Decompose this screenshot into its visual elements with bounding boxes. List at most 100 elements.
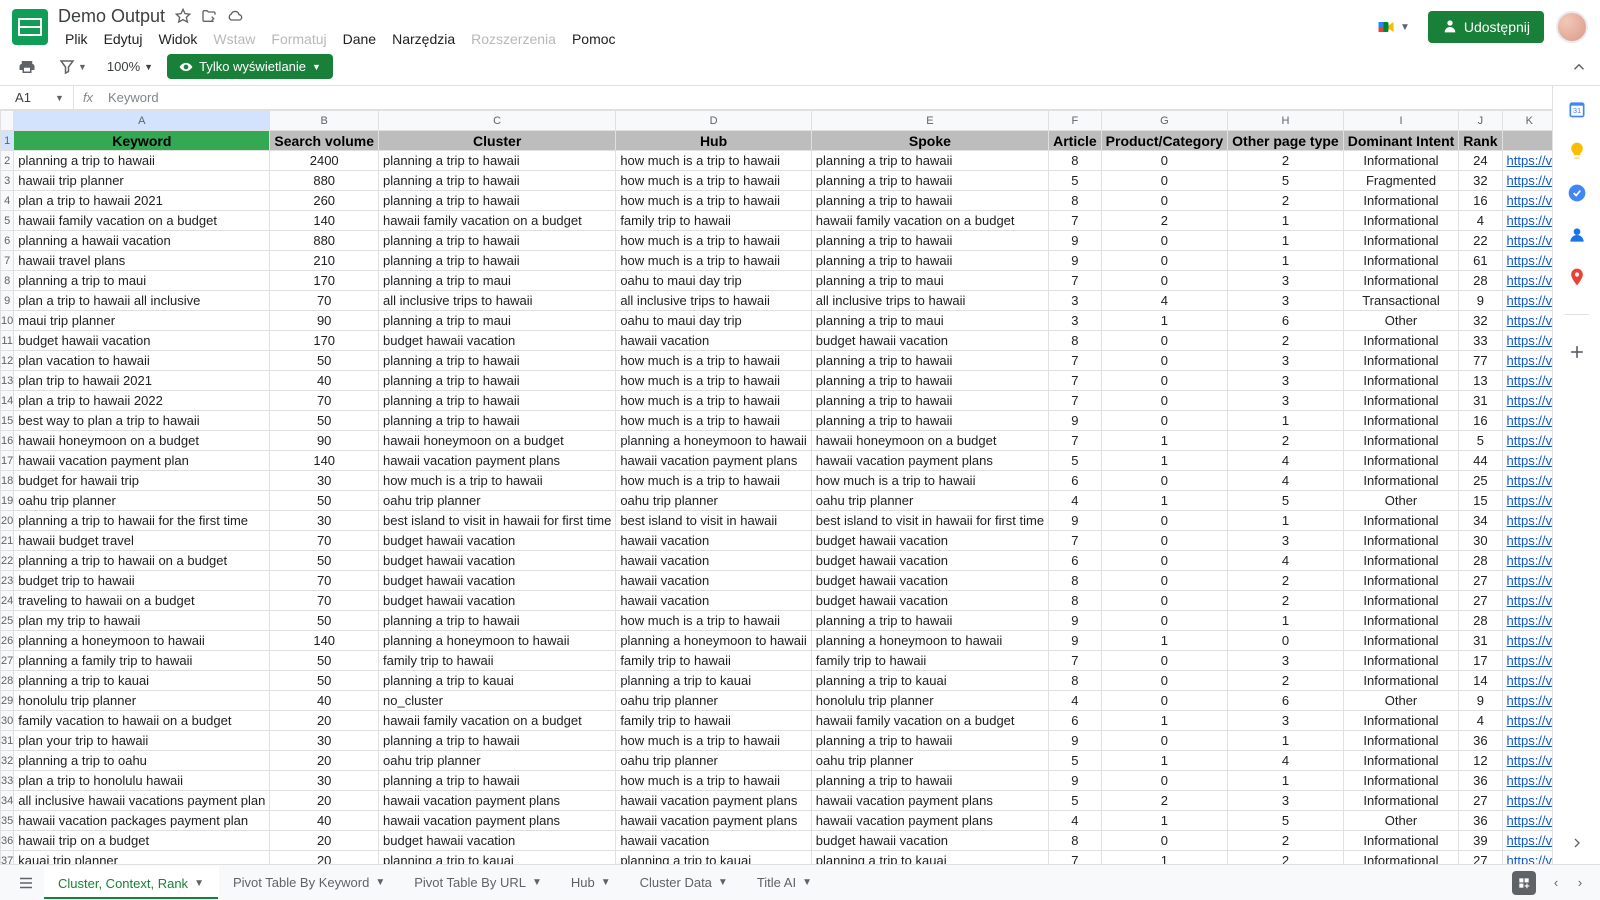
cell[interactable]: honolulu trip planner — [811, 691, 1048, 711]
cell[interactable]: 31 — [1459, 631, 1502, 651]
cell[interactable]: 9 — [1049, 251, 1102, 271]
cell[interactable]: planning a trip to hawaii — [811, 391, 1048, 411]
cell[interactable]: planning a trip to hawaii — [379, 611, 616, 631]
cell[interactable]: hawaii vacation payment plans — [616, 791, 811, 811]
cell[interactable]: 0 — [1101, 471, 1227, 491]
cell[interactable]: https://v — [1502, 231, 1552, 251]
row-header[interactable]: 4 — [1, 191, 14, 211]
cell[interactable]: planning a trip to hawaii — [379, 391, 616, 411]
cell[interactable]: planning a trip to kauai — [616, 851, 811, 865]
cell[interactable]: planning a trip to hawaii for the first … — [14, 511, 270, 531]
cell[interactable]: 50 — [270, 611, 379, 631]
cell[interactable]: hawaii vacation packages payment plan — [14, 811, 270, 831]
cell[interactable]: Informational — [1343, 571, 1459, 591]
cell[interactable]: 50 — [270, 651, 379, 671]
cell[interactable]: maui trip planner — [14, 311, 270, 331]
cell[interactable]: 0 — [1228, 631, 1344, 651]
cell[interactable]: Informational — [1343, 731, 1459, 751]
cell[interactable]: hawaii vacation — [616, 551, 811, 571]
chevron-down-icon[interactable]: ▼ — [718, 877, 728, 888]
cell[interactable]: 5 — [1049, 791, 1102, 811]
menu-tools[interactable]: Narzędzia — [385, 29, 462, 49]
cell[interactable]: Informational — [1343, 191, 1459, 211]
cell[interactable]: Informational — [1343, 771, 1459, 791]
cell[interactable]: 5 — [1228, 811, 1344, 831]
cell[interactable]: 3 — [1049, 311, 1102, 331]
chevron-down-icon[interactable]: ▼ — [601, 877, 611, 888]
cell[interactable]: 2 — [1228, 671, 1344, 691]
header-cell[interactable]: Article — [1049, 131, 1102, 151]
cell[interactable]: how much is a trip to hawaii — [616, 191, 811, 211]
cell[interactable]: 4 — [1101, 291, 1227, 311]
filter-icon[interactable]: ▼ — [52, 54, 93, 80]
cell[interactable]: 0 — [1101, 571, 1227, 591]
sheet-tab[interactable]: Cluster, Context, Rank▼ — [44, 866, 219, 899]
cell[interactable]: 0 — [1101, 271, 1227, 291]
cell[interactable]: kauai trip planner — [14, 851, 270, 865]
share-button[interactable]: Udostępnij — [1428, 11, 1544, 43]
row-header[interactable]: 16 — [1, 431, 14, 451]
cell[interactable]: 1 — [1228, 611, 1344, 631]
cell[interactable]: planning a honeymoon to hawaii — [14, 631, 270, 651]
cell[interactable]: planning a trip to hawaii — [379, 191, 616, 211]
cell[interactable]: hawaii vacation — [616, 831, 811, 851]
cell[interactable]: oahu trip planner — [14, 491, 270, 511]
cell[interactable]: https://v — [1502, 731, 1552, 751]
cell[interactable]: planning a honeymoon to hawaii — [379, 631, 616, 651]
sheet-tab[interactable]: Pivot Table By Keyword▼ — [219, 866, 400, 899]
column-header[interactable]: D — [616, 111, 811, 131]
cell[interactable]: best island to visit in hawaii for first… — [811, 511, 1048, 531]
cell[interactable]: hawaii vacation payment plans — [811, 791, 1048, 811]
cell[interactable]: 20 — [270, 751, 379, 771]
cell[interactable]: planning a trip to hawaii — [811, 191, 1048, 211]
row-header[interactable]: 15 — [1, 411, 14, 431]
cell[interactable]: 0 — [1101, 511, 1227, 531]
cell[interactable]: 1 — [1228, 411, 1344, 431]
cell[interactable]: 4 — [1459, 211, 1502, 231]
cell[interactable]: 30 — [270, 471, 379, 491]
cell[interactable]: Informational — [1343, 431, 1459, 451]
cell[interactable]: how much is a trip to hawaii — [616, 411, 811, 431]
cell[interactable]: hawaii family vacation on a budget — [379, 711, 616, 731]
cell[interactable]: 0 — [1101, 591, 1227, 611]
cell[interactable]: 27 — [1459, 591, 1502, 611]
row-header[interactable]: 7 — [1, 251, 14, 271]
keep-icon[interactable] — [1566, 140, 1588, 162]
cell[interactable]: 1 — [1101, 711, 1227, 731]
cell[interactable]: 5 — [1049, 451, 1102, 471]
cell[interactable]: hawaii honeymoon on a budget — [379, 431, 616, 451]
meet-button[interactable]: ▼ — [1368, 13, 1416, 41]
cell[interactable]: 0 — [1101, 231, 1227, 251]
cell[interactable]: 7 — [1049, 391, 1102, 411]
cell[interactable]: https://v — [1502, 571, 1552, 591]
cell[interactable]: 8 — [1049, 151, 1102, 171]
cell[interactable]: 27 — [1459, 791, 1502, 811]
calendar-icon[interactable]: 31 — [1566, 98, 1588, 120]
cell[interactable]: 3 — [1228, 291, 1344, 311]
column-header[interactable]: C — [379, 111, 616, 131]
cell[interactable]: Informational — [1343, 251, 1459, 271]
cell[interactable]: plan a trip to hawaii 2022 — [14, 391, 270, 411]
cell[interactable]: 6 — [1049, 711, 1102, 731]
cell[interactable]: 12 — [1459, 751, 1502, 771]
cell[interactable]: best way to plan a trip to hawaii — [14, 411, 270, 431]
cell[interactable]: 9 — [1049, 231, 1102, 251]
cell[interactable]: hawaii family vacation on a budget — [811, 211, 1048, 231]
cell[interactable]: Informational — [1343, 371, 1459, 391]
menu-help[interactable]: Pomoc — [565, 29, 623, 49]
cell[interactable]: oahu trip planner — [811, 491, 1048, 511]
cell[interactable]: Informational — [1343, 671, 1459, 691]
chevron-down-icon[interactable]: ▼ — [194, 878, 204, 889]
cell[interactable]: 30 — [270, 511, 379, 531]
cell[interactable]: 7 — [1049, 371, 1102, 391]
row-header[interactable]: 35 — [1, 811, 14, 831]
cell[interactable]: 4 — [1228, 451, 1344, 471]
cell[interactable]: all inclusive trips to hawaii — [811, 291, 1048, 311]
cell[interactable]: planning a trip to hawaii — [14, 151, 270, 171]
cell[interactable]: how much is a trip to hawaii — [616, 391, 811, 411]
cell[interactable]: https://v — [1502, 831, 1552, 851]
cell[interactable]: 170 — [270, 271, 379, 291]
cell[interactable]: hawaii honeymoon on a budget — [14, 431, 270, 451]
cell[interactable]: planning a trip to hawaii — [379, 251, 616, 271]
cell[interactable]: https://v — [1502, 151, 1552, 171]
